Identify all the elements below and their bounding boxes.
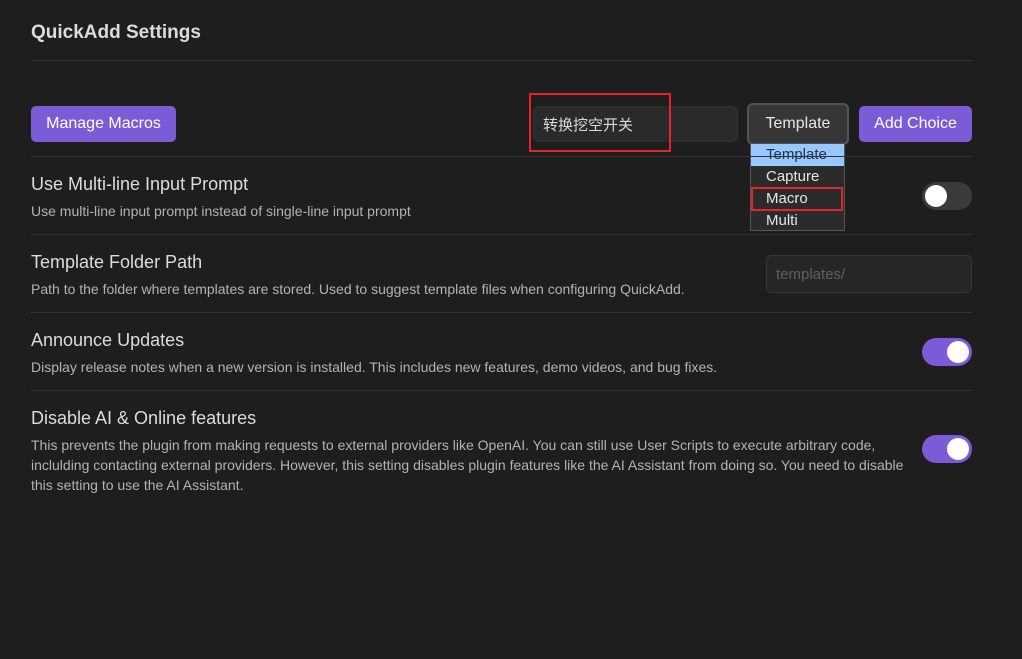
toggle-knob [947,438,969,460]
setting-name-disable-ai: Disable AI & Online features [31,408,257,428]
setting-desc-announce-updates: Display release notes when a new version… [31,359,718,375]
choice-name-input[interactable] [533,106,738,142]
setting-divider [31,234,972,235]
page-title: QuickAdd Settings [31,22,201,43]
setting-divider [31,390,972,391]
quickadd-settings-page: QuickAdd Settings Manage Macros Template… [0,0,1022,659]
setting-name-announce-updates: Announce Updates [31,330,185,350]
title-divider [31,60,972,61]
setting-divider [31,312,972,313]
setting-desc-multiline-prompt: Use multi-line input prompt instead of s… [31,203,411,219]
disable-ai-toggle[interactable] [922,435,972,463]
add-choice-button[interactable]: Add Choice [859,106,972,142]
setting-divider [31,156,972,157]
setting-desc-template-folder: Path to the folder where templates are s… [31,281,685,297]
setting-name-multiline-prompt: Use Multi-line Input Prompt [31,174,249,194]
setting-name-template-folder: Template Folder Path [31,252,203,272]
toggle-knob [925,185,947,207]
multiline-prompt-toggle[interactable] [922,182,972,210]
toggle-knob [947,341,969,363]
manage-macros-button[interactable]: Manage Macros [31,106,176,142]
dropdown-option-capture[interactable]: Capture [751,166,844,188]
template-folder-input[interactable] [766,255,972,293]
choice-type-select[interactable]: Template [747,103,849,145]
announce-updates-toggle[interactable] [922,338,972,366]
dropdown-option-template[interactable]: Template [751,144,844,166]
setting-desc-disable-ai: This prevents the plugin from making req… [31,437,904,493]
